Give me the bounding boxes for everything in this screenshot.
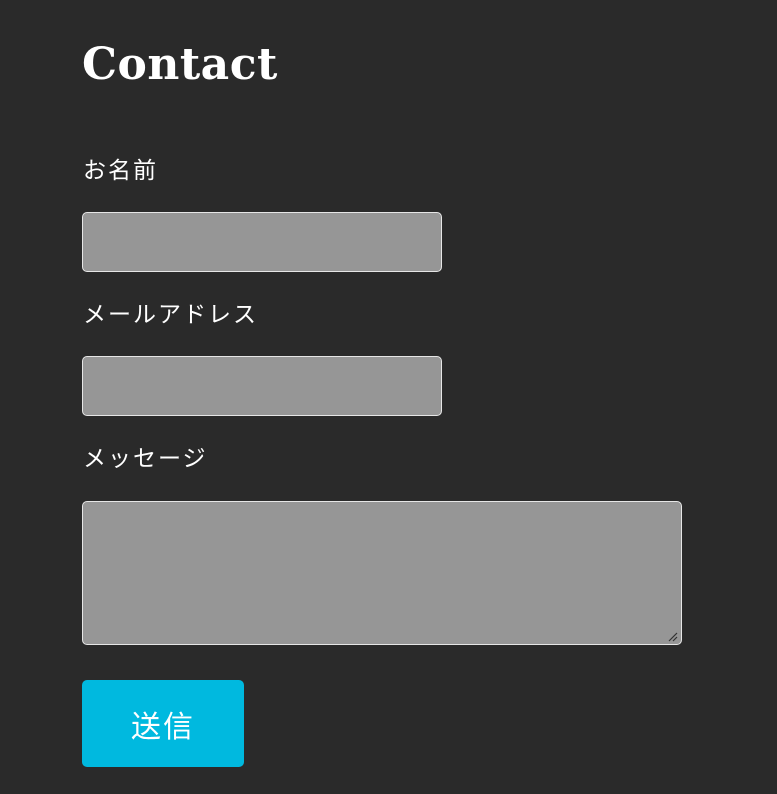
submit-button[interactable]: 送信 [82,680,244,767]
name-input[interactable] [82,212,442,272]
name-label: お名前 [83,158,158,184]
email-input[interactable] [82,356,442,416]
page-title: Contact [82,39,278,90]
resize-grip-icon[interactable] [666,630,678,642]
message-label: メッセージ [83,446,208,472]
email-label: メールアドレス [83,302,258,328]
message-textarea[interactable] [82,501,682,645]
